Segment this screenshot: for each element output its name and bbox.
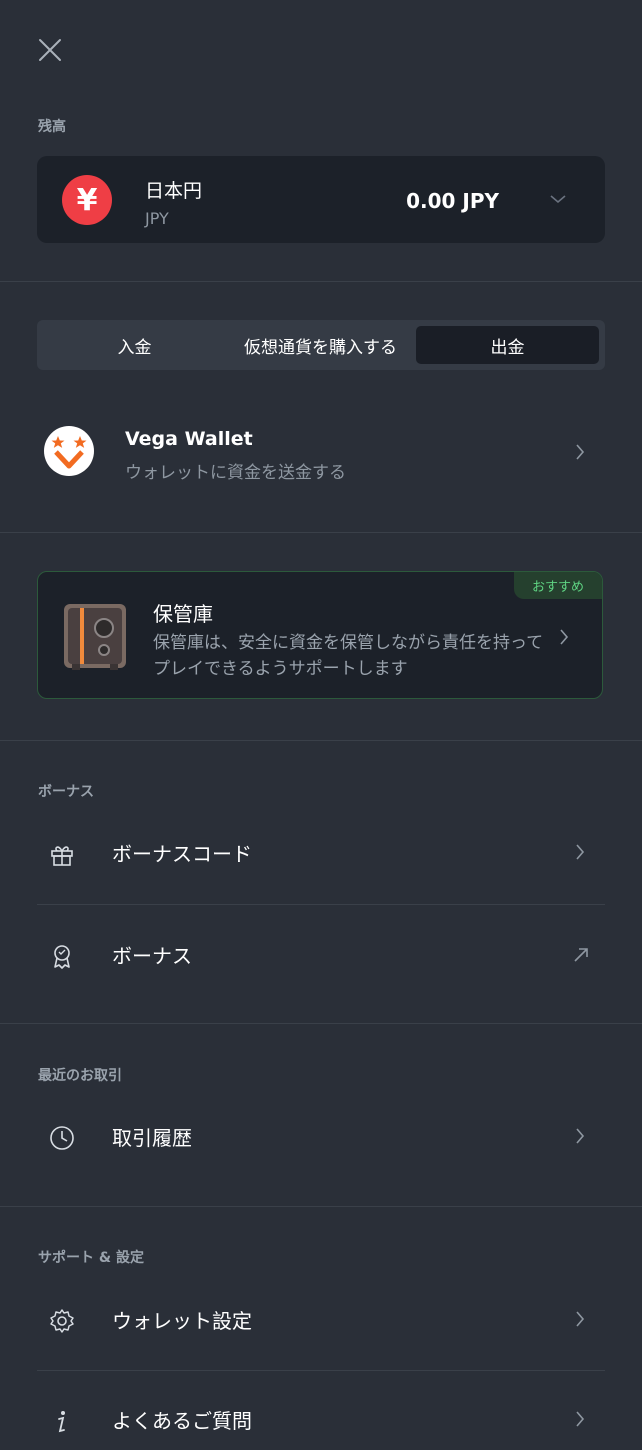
divider — [0, 281, 642, 282]
wallet-settings-label: ウォレット設定 — [112, 1309, 252, 1333]
vault-icon — [64, 604, 126, 670]
chevron-right-icon — [576, 444, 585, 460]
bonus-label: ボーナス — [112, 944, 192, 968]
transaction-tabs: 入金 仮想通貨を購入する 出金 — [37, 320, 605, 370]
tab-deposit[interactable]: 入金 — [43, 326, 226, 364]
balance-section-label: 残高 — [38, 119, 66, 135]
gift-icon — [51, 846, 73, 866]
divider — [0, 1023, 642, 1024]
bonus-section-label: ボーナス — [38, 784, 94, 800]
external-link-arrow-icon — [574, 948, 588, 962]
vega-wallet-logo — [44, 426, 94, 476]
yen-icon: ¥ — [62, 175, 112, 225]
chevron-right-icon — [576, 1128, 585, 1144]
clock-icon — [50, 1126, 74, 1150]
currency-name: 日本円 — [145, 180, 203, 202]
balance-amount: 0.00 JPY — [406, 189, 499, 213]
info-icon — [58, 1411, 65, 1433]
chevron-right-icon — [576, 1411, 585, 1427]
transaction-history-label: 取引履歴 — [112, 1126, 192, 1150]
faq-label: よくあるご質問 — [112, 1409, 252, 1433]
divider — [37, 1370, 605, 1371]
badge-icon — [54, 945, 70, 969]
bonus-code-label: ボーナスコード — [112, 842, 252, 866]
recommended-badge: おすすめ — [513, 572, 602, 599]
transaction-history-item[interactable]: 取引履歴 — [0, 1107, 642, 1167]
currency-selector[interactable]: ¥ 日本円 JPY 0.00 JPY — [37, 156, 605, 243]
divider — [0, 532, 642, 533]
close-icon — [39, 39, 61, 61]
gear-icon — [50, 1309, 74, 1333]
vault-card[interactable]: おすすめ 保管庫 保管庫は、安全に資金を保管しながら責任を持ってプレイできるよう… — [37, 571, 603, 699]
wallet-settings-item[interactable]: ウォレット設定 — [0, 1290, 642, 1350]
divider — [0, 740, 642, 741]
close-button[interactable] — [36, 36, 64, 64]
chevron-right-icon — [576, 844, 585, 860]
vega-wallet-title: Vega Wallet — [125, 428, 253, 450]
support-section-label: サポート & 設定 — [38, 1250, 144, 1266]
vault-title: 保管庫 — [153, 602, 213, 626]
vault-description: 保管庫は、安全に資金を保管しながら責任を持ってプレイできるようサポートします — [153, 633, 544, 679]
bonus-item[interactable]: ボーナス — [0, 925, 642, 985]
recent-section-label: 最近のお取引 — [38, 1068, 122, 1084]
currency-code: JPY — [145, 209, 169, 228]
bonus-code-item[interactable]: ボーナスコード — [0, 823, 642, 883]
faq-item[interactable]: よくあるご質問 — [0, 1390, 642, 1450]
chevron-right-icon — [560, 629, 569, 645]
vega-wallet-row[interactable] — [0, 400, 642, 500]
divider — [0, 1206, 642, 1207]
divider — [37, 904, 605, 905]
chevron-down-icon — [550, 195, 566, 204]
tab-buy-crypto[interactable]: 仮想通貨を購入する — [229, 326, 412, 364]
vega-wallet-subtitle: ウォレットに資金を送金する — [125, 463, 346, 483]
chevron-right-icon — [576, 1311, 585, 1327]
tab-withdraw[interactable]: 出金 — [416, 326, 599, 364]
